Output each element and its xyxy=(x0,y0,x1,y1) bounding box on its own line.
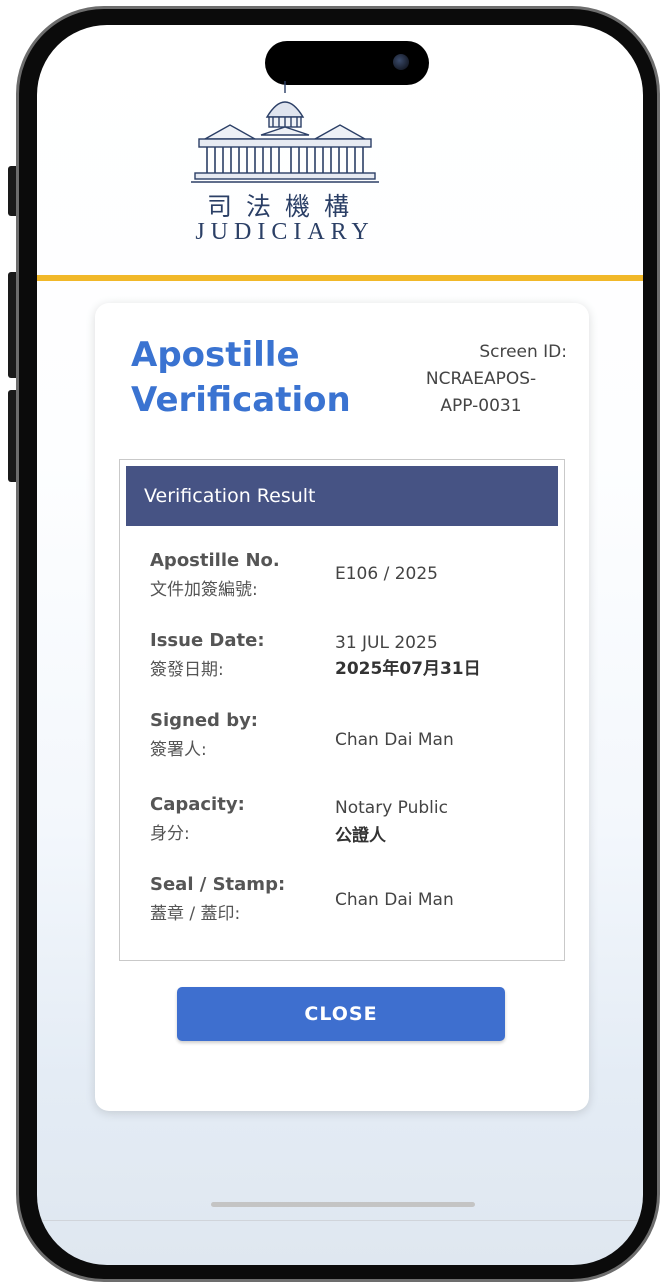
screen-id: Screen ID: NCRAEAPOS- APP-0031 xyxy=(391,339,571,420)
value-issue-date-zh: 2025年07月31日 xyxy=(335,659,481,679)
value-seal-stamp: Chan Dai Man xyxy=(335,890,454,910)
building-icon xyxy=(191,81,379,183)
label-capacity: Capacity: xyxy=(150,794,245,815)
label-capacity-zh: 身分: xyxy=(150,824,190,844)
label-seal-stamp-zh: 蓋章 / 蓋印: xyxy=(150,904,241,924)
screen-id-label: Screen ID: xyxy=(479,342,567,362)
judiciary-logo: 司法機構 JUDICIARY xyxy=(185,77,385,262)
label-seal-stamp: Seal / Stamp: xyxy=(150,874,286,895)
screen-id-value-line-2: APP-0031 xyxy=(440,396,522,416)
label-apostille-no: Apostille No. xyxy=(150,550,280,571)
value-capacity-zh: 公證人 xyxy=(335,826,386,846)
value-capacity: Notary Public xyxy=(335,798,448,818)
verification-card: Apostille Verification Screen ID: NCRAEA… xyxy=(95,303,589,1111)
phone-screen: 司法機構 JUDICIARY Apostille Verification Sc… xyxy=(37,25,643,1265)
title-line-2: Verification xyxy=(131,380,351,420)
value-issue-date: 31 JUL 2025 xyxy=(335,633,438,653)
close-button[interactable]: CLOSE xyxy=(177,987,505,1041)
page-title: Apostille Verification xyxy=(131,333,391,423)
logo-english-text: JUDICIARY xyxy=(195,219,375,245)
accent-divider xyxy=(37,275,643,281)
footer-divider xyxy=(37,1220,643,1221)
phone-frame: 司法機構 JUDICIARY Apostille Verification Sc… xyxy=(16,6,660,1282)
label-issue-date: Issue Date: xyxy=(150,630,265,651)
label-issue-date-zh: 簽發日期: xyxy=(150,660,224,680)
result-header: Verification Result xyxy=(126,466,558,526)
home-indicator[interactable] xyxy=(211,1202,475,1207)
title-line-1: Apostille xyxy=(131,335,300,375)
label-signed-by: Signed by: xyxy=(150,710,259,731)
verification-result-panel: Verification Result Apostille No. 文件加簽編號… xyxy=(119,459,565,961)
label-signed-by-zh: 簽署人: xyxy=(150,740,207,760)
screen-id-value-line-1: NCRAEAPOS- xyxy=(425,369,537,389)
logo-chinese-text: 司法機構 xyxy=(206,192,363,221)
label-apostille-no-zh: 文件加簽編號: xyxy=(150,580,258,600)
value-apostille-no: E106 / 2025 xyxy=(335,564,438,584)
value-signed-by: Chan Dai Man xyxy=(335,730,454,750)
front-camera-icon xyxy=(393,54,409,70)
